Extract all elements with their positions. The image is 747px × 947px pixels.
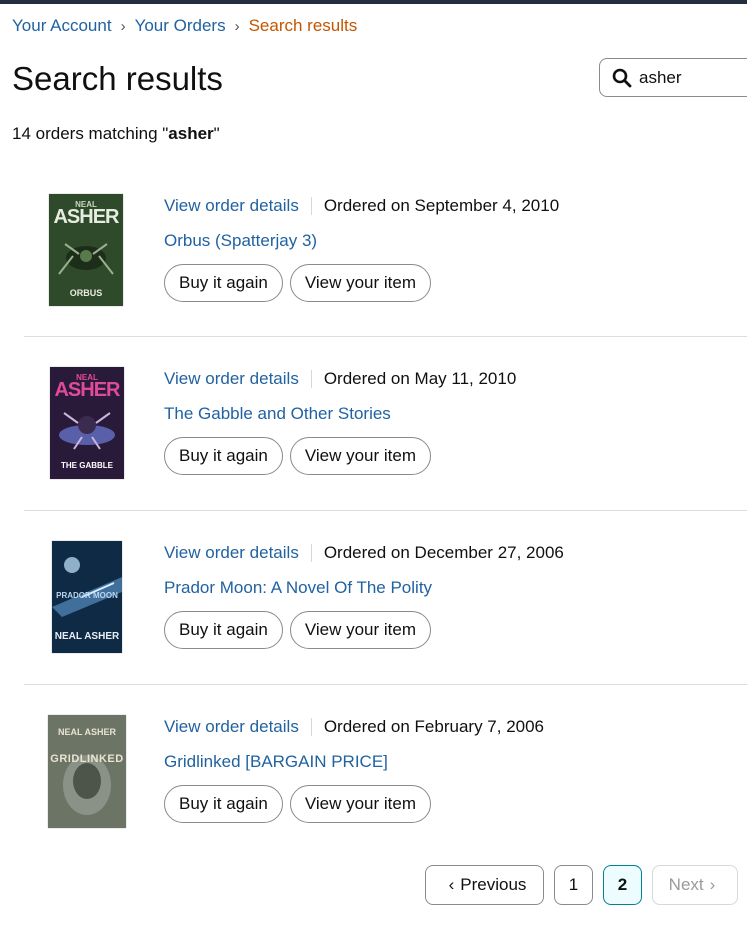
divider: [310, 370, 312, 388]
order-divider: [24, 684, 747, 685]
order-actions: Buy it again View your item: [164, 785, 438, 823]
order-card: NEAL ASHER GRIDLINKED View order details…: [24, 684, 747, 858]
previous-page-button[interactable]: ‹ Previous: [425, 865, 544, 905]
cover-book-title: ORBUS: [69, 288, 103, 298]
order-date: Ordered on February 7, 2006: [323, 717, 545, 736]
cover-book-title: GRIDLINKED: [50, 753, 124, 765]
summary-quote-close: ": [213, 124, 220, 143]
order-actions: Buy it again View your item: [164, 611, 438, 649]
view-order-details-link[interactable]: View order details: [164, 543, 299, 563]
view-your-item-button[interactable]: View your item: [289, 264, 432, 302]
results-summary: 14 orders matching "asher": [12, 124, 220, 144]
breadcrumb-current: Search results: [248, 16, 358, 35]
product-title-link[interactable]: Gridlinked [BARGAIN PRICE]: [164, 752, 388, 772]
order-card: NEAL ASHER THE GABBLE View order details…: [24, 336, 747, 510]
book-cover-image[interactable]: NEAL ASHER ORBUS: [49, 194, 123, 306]
previous-label: Previous: [460, 875, 527, 894]
order-date: Ordered on December 27, 2006: [323, 543, 564, 562]
product-title-link[interactable]: The Gabble and Other Stories: [164, 404, 391, 424]
product-title-link[interactable]: Prador Moon: A Novel Of The Polity: [164, 578, 432, 598]
buy-it-again-button[interactable]: Buy it again: [164, 785, 283, 823]
next-page-button[interactable]: Next ›: [652, 865, 738, 905]
cover-book-title: THE GABBLE: [61, 461, 113, 470]
order-actions: Buy it again View your item: [164, 437, 438, 475]
cover-book-title: PRADOR MOON: [56, 591, 118, 600]
view-order-details-link[interactable]: View order details: [164, 717, 299, 737]
view-your-item-button[interactable]: View your item: [289, 785, 432, 823]
order-meta: View order details Ordered on May 11, 20…: [164, 369, 516, 389]
book-cover-image[interactable]: NEAL ASHER THE GABBLE: [50, 367, 124, 479]
breadcrumb: Your Account › Your Orders › Search resu…: [12, 16, 357, 36]
order-date: Ordered on May 11, 2010: [323, 369, 517, 388]
chevron-right-icon: ›: [709, 875, 716, 894]
breadcrumb-your-account[interactable]: Your Account: [12, 16, 112, 36]
order-divider: [24, 336, 747, 337]
product-title-link[interactable]: Orbus (Spatterjay 3): [164, 231, 317, 251]
search-icon[interactable]: [612, 68, 632, 88]
buy-it-again-button[interactable]: Buy it again: [164, 264, 283, 302]
cover-art: [59, 412, 115, 450]
pagination: ‹ Previous 1 2 Next ›: [425, 865, 747, 905]
buy-it-again-button[interactable]: Buy it again: [164, 611, 283, 649]
divider: [310, 197, 312, 215]
divider: [310, 718, 312, 736]
cover-author: ASHER: [54, 379, 120, 401]
order-meta: View order details Ordered on December 2…: [164, 543, 564, 563]
page-2-button[interactable]: 2: [603, 865, 642, 905]
order-divider: [24, 510, 747, 511]
view-order-details-link[interactable]: View order details: [164, 196, 299, 216]
buy-it-again-button[interactable]: Buy it again: [164, 437, 283, 475]
divider: [310, 544, 312, 562]
order-card: NEAL ASHER ORBUS View order details Orde…: [24, 163, 747, 337]
order-date: Ordered on September 4, 2010: [323, 196, 560, 215]
cover-author: NEAL ASHER: [57, 727, 116, 737]
order-actions: Buy it again View your item: [164, 264, 438, 302]
chevron-left-icon: ‹: [448, 875, 455, 894]
order-meta: View order details Ordered on September …: [164, 196, 559, 216]
cover-art: [52, 557, 122, 617]
book-cover-image[interactable]: NEAL ASHER GRIDLINKED: [48, 715, 126, 828]
breadcrumb-separator: ›: [234, 17, 240, 35]
order-meta: View order details Ordered on February 7…: [164, 717, 544, 737]
summary-prefix: 14 orders matching: [12, 124, 163, 143]
book-cover-image[interactable]: PRADOR MOON NEAL ASHER: [52, 541, 122, 653]
summary-term: asher: [168, 124, 214, 143]
cover-author: NEAL ASHER: [54, 631, 120, 642]
breadcrumb-your-orders[interactable]: Your Orders: [135, 16, 226, 36]
search-input[interactable]: [639, 67, 739, 88]
cover-art: [58, 243, 114, 275]
breadcrumb-separator: ›: [120, 17, 126, 35]
page-title: Search results: [12, 60, 223, 97]
view-your-item-button[interactable]: View your item: [289, 611, 432, 649]
order-card: PRADOR MOON NEAL ASHER View order detail…: [24, 510, 747, 684]
next-label: Next: [668, 875, 704, 894]
top-border: [0, 0, 747, 4]
view-order-details-link[interactable]: View order details: [164, 369, 299, 389]
page-1-button[interactable]: 1: [554, 865, 593, 905]
search-box[interactable]: [599, 58, 747, 97]
view-your-item-button[interactable]: View your item: [289, 437, 432, 475]
cover-author: ASHER: [53, 206, 119, 228]
